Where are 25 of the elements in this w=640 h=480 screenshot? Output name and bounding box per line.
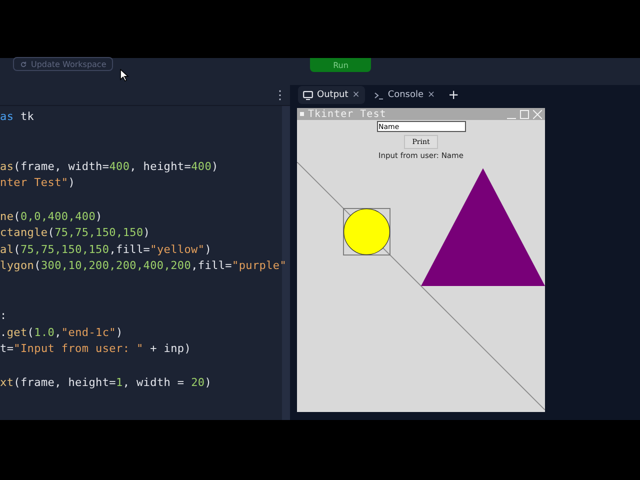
- code-line: t="Input from user: " + inp): [0, 341, 192, 358]
- terminal-icon: [374, 90, 384, 100]
- mouse-pointer-icon: [120, 69, 129, 82]
- code-line: .get(1.0,"end-1c"): [0, 324, 124, 341]
- code-line: ne(0,0,400,400): [0, 208, 104, 225]
- code-line: as(frame, width=400, height=400): [0, 158, 220, 175]
- maximize-icon[interactable]: [520, 110, 529, 118]
- close-icon[interactable]: [533, 110, 542, 118]
- code-line: :: [0, 308, 8, 324]
- close-icon[interactable]: ×: [428, 90, 436, 100]
- code-line: al(75,75,150,150,fill="yellow"): [0, 242, 213, 258]
- more-menu-icon[interactable]: ⋮: [274, 88, 286, 102]
- code-line: as tk: [0, 109, 36, 125]
- add-tab-button[interactable]: +: [448, 88, 459, 102]
- code-line: xt(frame, height=1, width = 20): [0, 374, 213, 390]
- circle-in-square-drawing: [343, 208, 390, 256]
- monitor-icon: [303, 90, 313, 100]
- code-line: nter Test"): [0, 175, 76, 192]
- window-title: Tkinter Test: [308, 108, 388, 120]
- code-line: lygon(300,10,200,200,400,200,fill="purple": [0, 258, 282, 274]
- panel-tab[interactable]: Console ×: [368, 86, 440, 104]
- refresh-icon: [20, 60, 27, 68]
- close-icon[interactable]: ×: [352, 90, 360, 100]
- panel-tab[interactable]: Output ×: [298, 86, 365, 104]
- code-line: ctangle(75,75,150,150): [0, 225, 152, 242]
